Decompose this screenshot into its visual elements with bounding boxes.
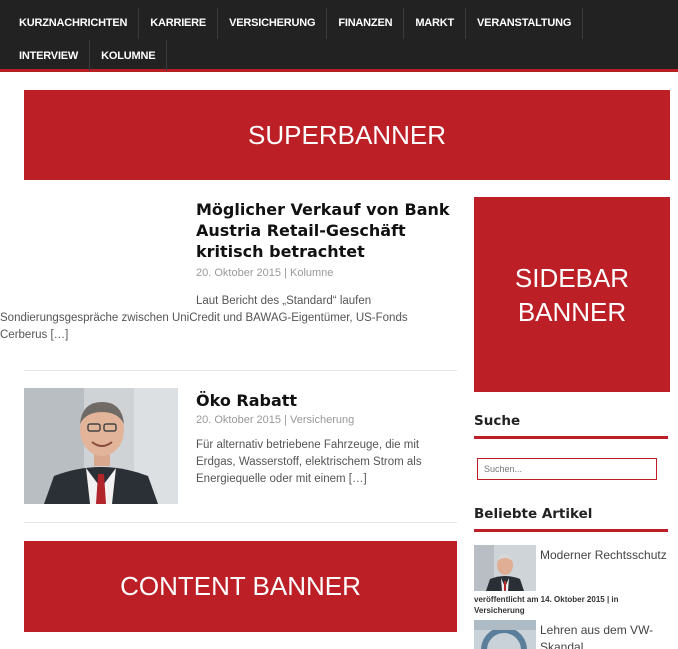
- article-teaser: Öko Rabatt 20. Oktober 2015 | Versicheru…: [24, 384, 457, 523]
- search-heading: Suche: [474, 413, 668, 439]
- sidebar-banner-line1: SIDEBAR: [514, 262, 630, 293]
- article-title[interactable]: Öko Rabatt: [196, 390, 454, 411]
- popular-article-thumbnail[interactable]: [474, 620, 536, 649]
- meta-separator: |: [284, 267, 287, 279]
- popular-article-item: Moderner Rechtsschutz veröffentlicht am …: [474, 545, 670, 615]
- popular-article-item: Lehren aus dem VW-Skandal: [474, 620, 670, 649]
- article-title[interactable]: Möglicher Verkauf von Bank Austria Retai…: [196, 199, 454, 262]
- superbanner[interactable]: SUPERBANNER: [24, 90, 670, 180]
- popular-articles-heading: Beliebte Artikel: [474, 506, 668, 532]
- nav-item-kurznachrichten[interactable]: KURZNACHRICHTEN: [8, 8, 140, 39]
- article-category-link[interactable]: Kolumne: [290, 267, 333, 279]
- article-date: 20. Oktober 2015: [196, 414, 282, 426]
- article-excerpt: Für alternativ betriebene Fahrzeuge, die…: [196, 439, 422, 485]
- sidebar-banner[interactable]: SIDEBAR BANNER: [474, 197, 670, 392]
- popular-article-title[interactable]: Lehren aus dem VW-Skandal: [540, 622, 668, 649]
- search-input[interactable]: [477, 458, 657, 480]
- popular-article-title[interactable]: Moderner Rechtsschutz: [540, 547, 668, 564]
- nav-item-kolumne[interactable]: KOLUMNE: [90, 40, 168, 71]
- article-thumbnail[interactable]: [24, 388, 178, 504]
- nav-item-versicherung[interactable]: VERSICHERUNG: [218, 8, 328, 39]
- content-banner-label: CONTENT BANNER: [120, 571, 361, 601]
- meta-separator: |: [284, 414, 287, 426]
- content-banner[interactable]: CONTENT BANNER: [24, 541, 457, 632]
- nav-item-veranstaltung[interactable]: VERANSTALTUNG: [466, 8, 584, 39]
- nav-item-markt[interactable]: MARKT: [404, 8, 467, 39]
- nav-row-secondary: INTERVIEW KOLUMNE: [8, 40, 168, 71]
- superbanner-label: SUPERBANNER: [248, 119, 446, 150]
- article-date: 20. Oktober 2015: [196, 267, 282, 279]
- article-teaser: Möglicher Verkauf von Bank Austria Retai…: [0, 197, 457, 371]
- nav-row-primary: KURZNACHRICHTEN KARRIERE VERSICHERUNG FI…: [8, 8, 584, 39]
- nav-item-karriere[interactable]: KARRIERE: [139, 8, 219, 39]
- main-navigation: KURZNACHRICHTEN KARRIERE VERSICHERUNG FI…: [0, 0, 678, 72]
- nav-item-interview[interactable]: INTERVIEW: [8, 40, 91, 71]
- article-meta: 20. Oktober 2015 | Versicherung: [196, 414, 354, 426]
- sidebar-banner-label: SIDEBAR BANNER: [515, 261, 629, 329]
- popular-article-thumbnail[interactable]: [474, 545, 536, 591]
- nav-item-finanzen[interactable]: FINANZEN: [327, 8, 405, 39]
- article-meta: 20. Oktober 2015 | Kolumne: [196, 267, 333, 279]
- article-category-link[interactable]: Versicherung: [290, 414, 354, 426]
- article-excerpt: Laut Bericht des „Standard“ laufen Sondi…: [0, 295, 408, 341]
- popular-article-meta: veröffentlicht am 14. Oktober 2015 | in …: [474, 595, 619, 615]
- sidebar-banner-line2: BANNER: [517, 296, 627, 327]
